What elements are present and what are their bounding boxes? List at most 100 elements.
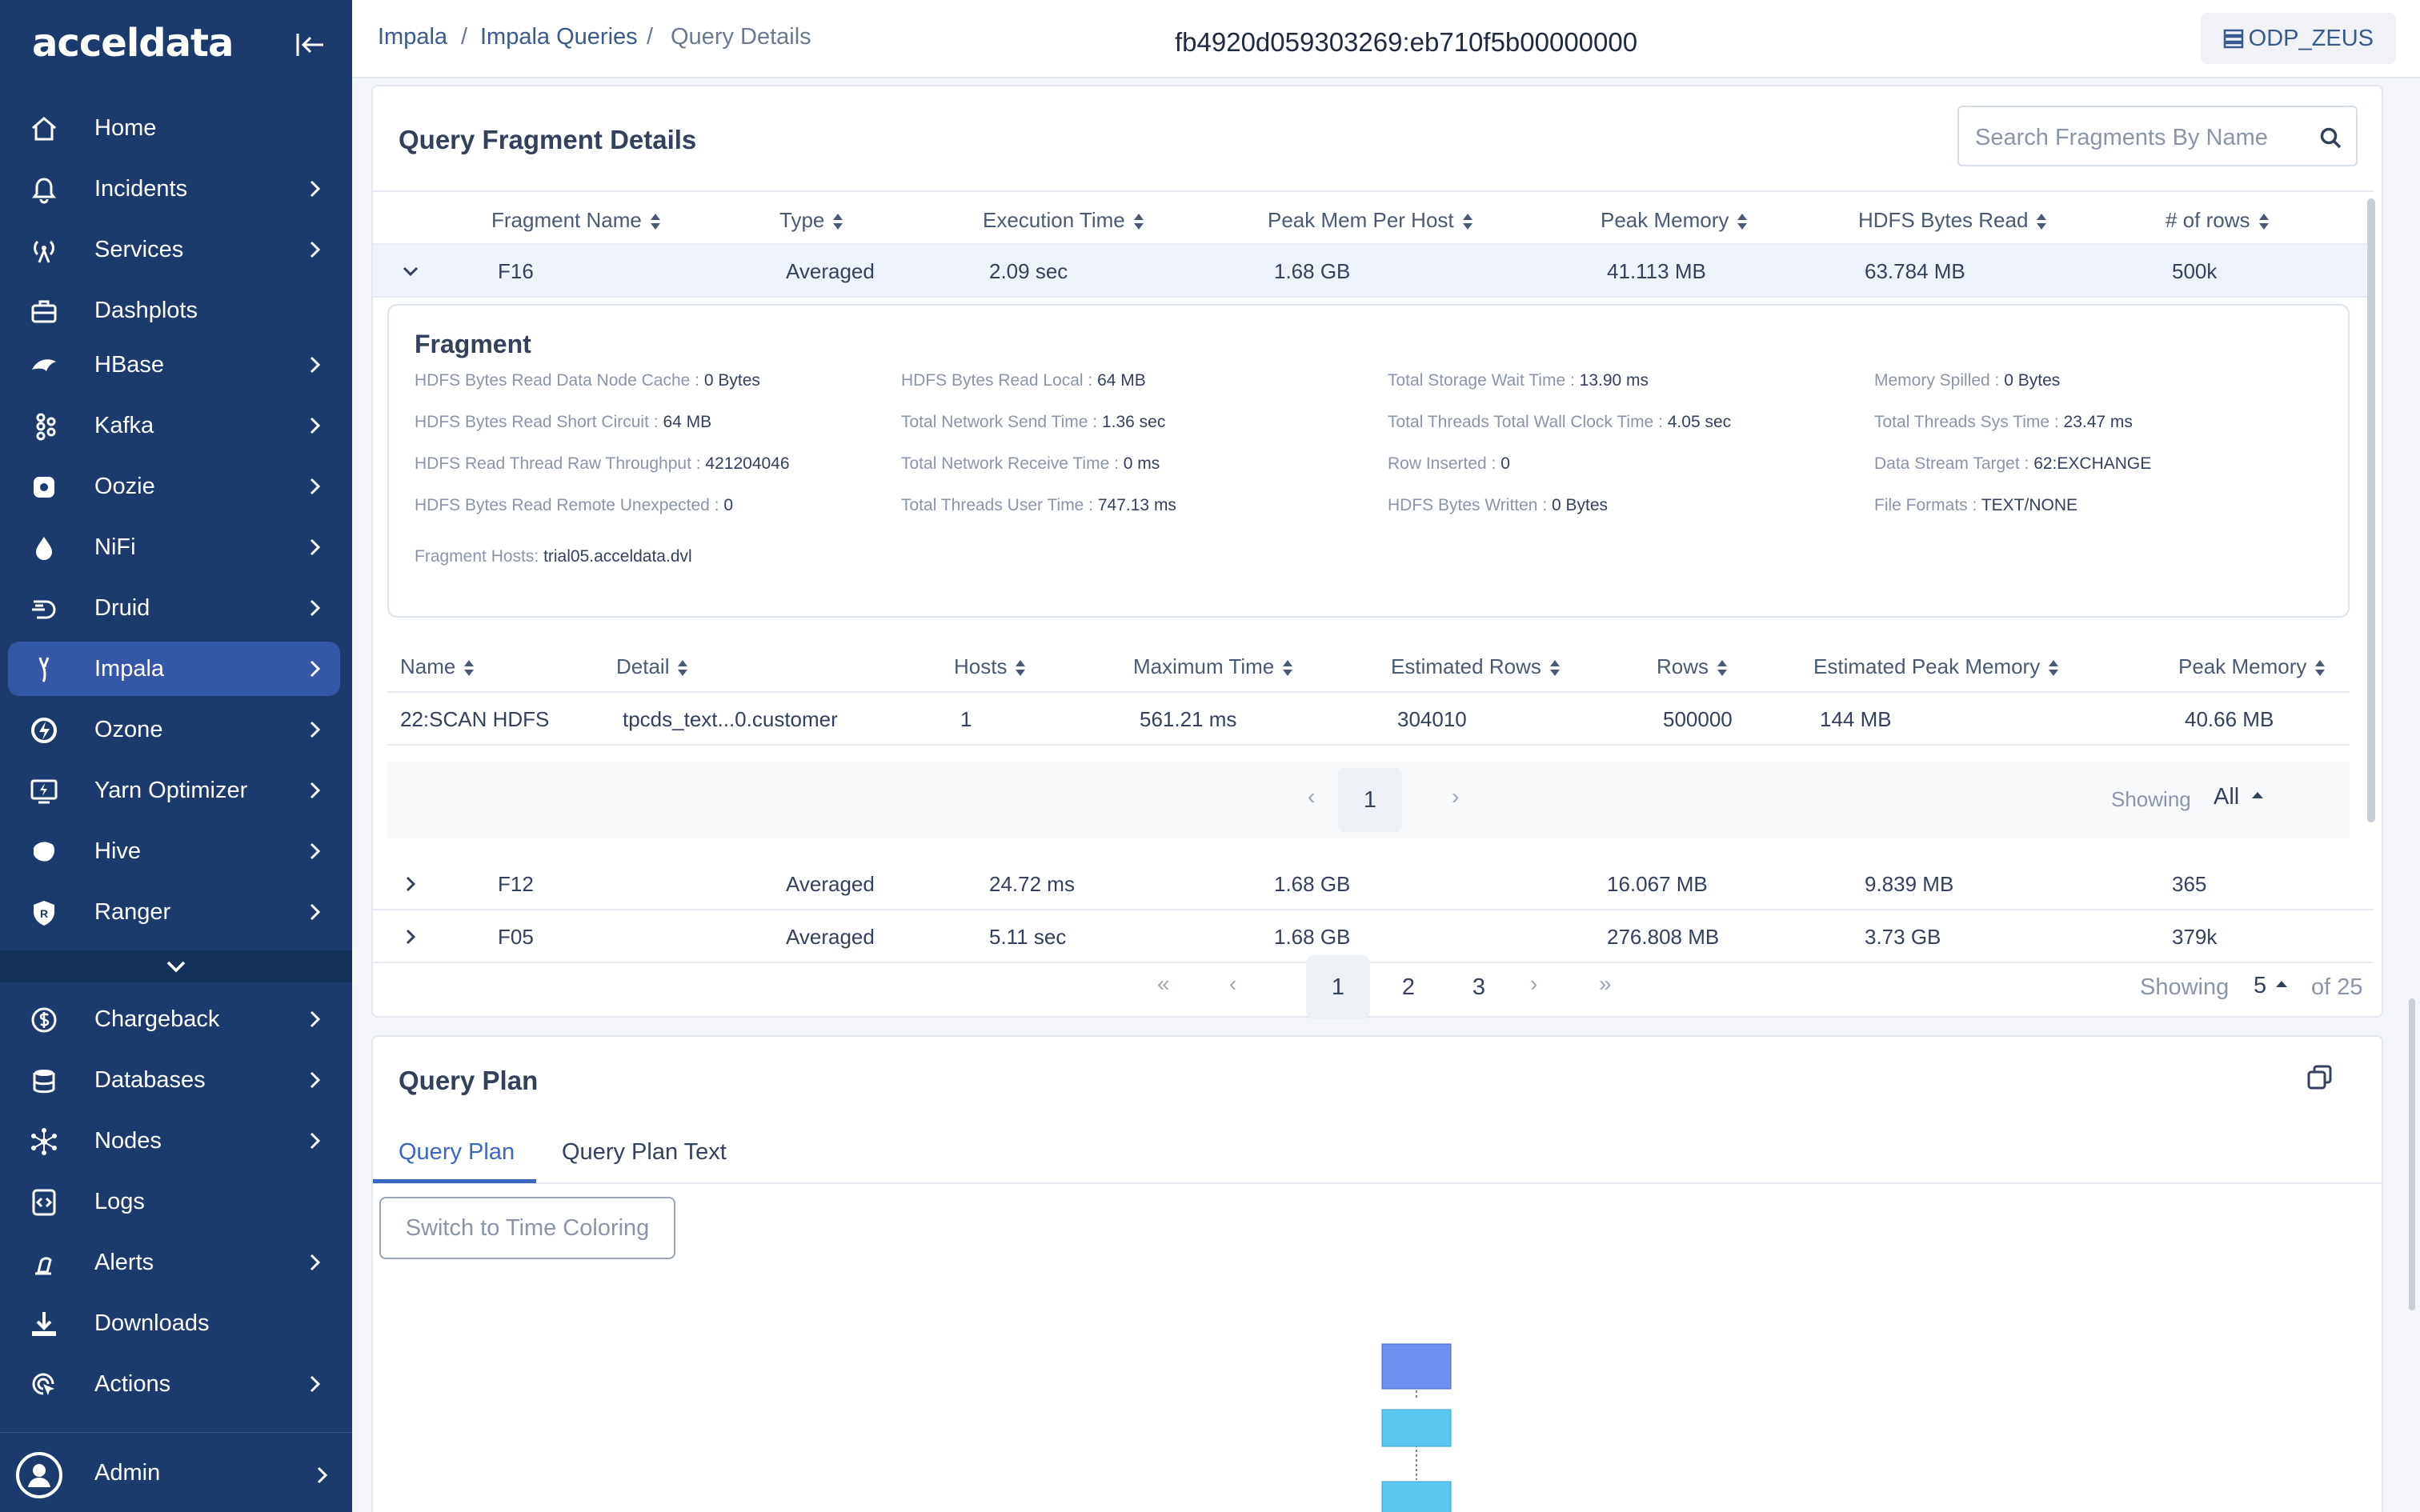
collapse-sidebar-icon[interactable] bbox=[294, 29, 330, 61]
sidebar-item-actions[interactable]: Actions bbox=[8, 1357, 340, 1411]
sidebar-item-logs[interactable]: Logs bbox=[8, 1174, 340, 1229]
page-button[interactable]: 1 bbox=[1338, 768, 1402, 832]
column-header[interactable]: Peak Memory bbox=[2178, 654, 2326, 679]
copy-icon[interactable] bbox=[2306, 1064, 2334, 1091]
tab-query-plan-text[interactable]: Query Plan Text bbox=[562, 1139, 727, 1166]
sidebar-item-nodes[interactable]: Nodes bbox=[8, 1114, 340, 1168]
caret-up-icon[interactable] bbox=[2274, 979, 2289, 989]
sort-icon[interactable] bbox=[2258, 213, 2270, 230]
sidebar-item-incidents[interactable]: Incidents bbox=[8, 162, 340, 216]
sidebar-item-kafka[interactable]: Kafka bbox=[8, 398, 340, 453]
sidebar-item-dashplots[interactable]: Dashplots bbox=[8, 283, 340, 338]
sort-icon[interactable] bbox=[1282, 659, 1293, 677]
tab-query-plan[interactable]: Query Plan bbox=[399, 1139, 515, 1166]
sidebar-item-druid[interactable]: Druid bbox=[8, 581, 340, 635]
page-button[interactable]: 3 bbox=[1447, 955, 1511, 1019]
plan-node[interactable] bbox=[1381, 1343, 1452, 1390]
sidebar-item-hive[interactable]: Hive bbox=[8, 824, 340, 878]
first-page-icon[interactable]: « bbox=[1157, 971, 1170, 997]
sort-icon[interactable] bbox=[832, 213, 843, 230]
next-page-icon[interactable]: › bbox=[1452, 784, 1459, 810]
column-header[interactable]: Type bbox=[779, 208, 843, 233]
sidebar-item-ranger[interactable]: R Ranger bbox=[8, 885, 340, 939]
column-header[interactable]: Hosts bbox=[954, 654, 1026, 679]
page-button[interactable]: 2 bbox=[1376, 955, 1440, 1019]
sidebar-item-label: Databases bbox=[94, 1066, 206, 1093]
sidebar-item-ozone[interactable]: Ozone bbox=[8, 702, 340, 757]
column-header[interactable]: Fragment Name bbox=[491, 208, 661, 233]
sidebar-item-services[interactable]: Services bbox=[8, 222, 340, 277]
sidebar-item-downloads[interactable]: Downloads bbox=[8, 1296, 340, 1350]
search-input[interactable] bbox=[1975, 122, 2311, 154]
page-scrollbar[interactable] bbox=[2409, 998, 2415, 1310]
page-size-select[interactable]: All bbox=[2214, 784, 2239, 810]
chevron-right-icon[interactable] bbox=[400, 874, 421, 894]
fragment-metric: HDFS Bytes Read Short Circuit : 64 MB bbox=[415, 413, 711, 432]
fragment-metric: HDFS Bytes Read Local : 64 MB bbox=[901, 371, 1146, 390]
column-header[interactable]: Maximum Time bbox=[1133, 654, 1293, 679]
caret-up-icon[interactable] bbox=[2250, 790, 2265, 800]
admin-menu[interactable]: Admin bbox=[0, 1432, 352, 1512]
sort-icon[interactable] bbox=[1717, 659, 1728, 677]
svg-text:R: R bbox=[40, 907, 48, 920]
column-header[interactable]: Detail bbox=[616, 654, 688, 679]
expand-more-nav[interactable] bbox=[0, 950, 352, 982]
cluster-selector[interactable]: ODP_ZEUS bbox=[2200, 13, 2396, 64]
plan-tabs: Query Plan Query Plan Text bbox=[373, 1120, 2382, 1184]
sidebar-item-impala[interactable]: Impala bbox=[8, 642, 340, 696]
table-row[interactable]: F16 Averaged 2.09 sec 1.68 GB 41.113 MB 63.78… bbox=[373, 245, 2374, 298]
metric-label: Total Threads Total Wall Clock Time : bbox=[1388, 413, 1668, 431]
sidebar-item-home[interactable]: Home bbox=[8, 101, 340, 155]
column-header[interactable]: Peak Mem Per Host bbox=[1268, 208, 1473, 233]
sidebar-item-databases[interactable]: Databases bbox=[8, 1053, 340, 1107]
fragment-metric: Data Stream Target : 62:EXCHANGE bbox=[1874, 454, 2151, 474]
table-cell: F12 bbox=[498, 872, 534, 896]
sort-icon[interactable] bbox=[677, 659, 688, 677]
plan-node[interactable] bbox=[1381, 1481, 1452, 1512]
chevron-down-icon[interactable] bbox=[400, 261, 421, 282]
fragment-search[interactable] bbox=[1957, 106, 2358, 166]
column-header[interactable]: Estimated Rows bbox=[1391, 654, 1561, 679]
page-size-select[interactable]: 5 bbox=[2254, 973, 2266, 999]
column-header[interactable]: # of rows bbox=[2166, 208, 2270, 233]
last-page-icon[interactable]: » bbox=[1599, 971, 1612, 997]
sidebar-item-oozie[interactable]: Oozie bbox=[8, 459, 340, 514]
sort-icon[interactable] bbox=[1462, 213, 1473, 230]
query-plan-graph[interactable] bbox=[613, 1277, 2053, 1512]
column-header[interactable]: Execution Time bbox=[983, 208, 1144, 233]
sort-icon[interactable] bbox=[1015, 659, 1026, 677]
sort-icon[interactable] bbox=[1133, 213, 1144, 230]
breadcrumb-impala-queries[interactable]: Impala Queries bbox=[480, 24, 638, 50]
sort-icon[interactable] bbox=[1737, 213, 1748, 230]
table-row[interactable]: F05 Averaged 5.11 sec 1.68 GB 276.808 MB 3.73… bbox=[373, 910, 2374, 963]
sidebar-item-nifi[interactable]: NiFi bbox=[8, 520, 340, 574]
sidebar-item-alerts[interactable]: Alerts bbox=[8, 1235, 340, 1290]
prev-page-icon[interactable]: ‹ bbox=[1229, 971, 1236, 997]
plan-node[interactable] bbox=[1381, 1409, 1452, 1447]
prev-page-icon[interactable]: ‹ bbox=[1308, 784, 1315, 810]
sort-icon[interactable] bbox=[1549, 659, 1561, 677]
page-button[interactable]: 1 bbox=[1306, 955, 1370, 1019]
table-row[interactable]: F12 Averaged 24.72 ms 1.68 GB 16.067 MB 9.839… bbox=[373, 858, 2374, 910]
metric-label: Row Inserted : bbox=[1388, 454, 1501, 473]
breadcrumb-impala[interactable]: Impala bbox=[378, 24, 447, 50]
sort-icon[interactable] bbox=[2314, 659, 2326, 677]
sidebar-item-hbase[interactable]: HBase bbox=[8, 338, 340, 392]
column-header[interactable]: HDFS Bytes Read bbox=[1858, 208, 2047, 233]
column-header[interactable]: Estimated Peak Memory bbox=[1813, 654, 2059, 679]
sidebar-item-yarn-optimizer[interactable]: Yarn Optimizer bbox=[8, 763, 340, 818]
sort-icon[interactable] bbox=[2036, 213, 2047, 230]
sort-icon[interactable] bbox=[463, 659, 475, 677]
switch-time-coloring-button[interactable]: Switch to Time Coloring bbox=[379, 1197, 675, 1259]
search-icon[interactable] bbox=[2319, 126, 2343, 150]
breadcrumb-separator: / bbox=[647, 24, 654, 50]
chevron-right-icon[interactable] bbox=[400, 926, 421, 947]
scrollbar[interactable] bbox=[2367, 198, 2375, 822]
column-header[interactable]: Name bbox=[400, 654, 475, 679]
column-header[interactable]: Peak Memory bbox=[1601, 208, 1748, 233]
sort-icon[interactable] bbox=[2048, 659, 2059, 677]
sidebar-item-chargeback[interactable]: Chargeback bbox=[8, 992, 340, 1046]
next-page-icon[interactable]: › bbox=[1530, 971, 1537, 997]
sort-icon[interactable] bbox=[650, 213, 661, 230]
column-header[interactable]: Rows bbox=[1657, 654, 1728, 679]
